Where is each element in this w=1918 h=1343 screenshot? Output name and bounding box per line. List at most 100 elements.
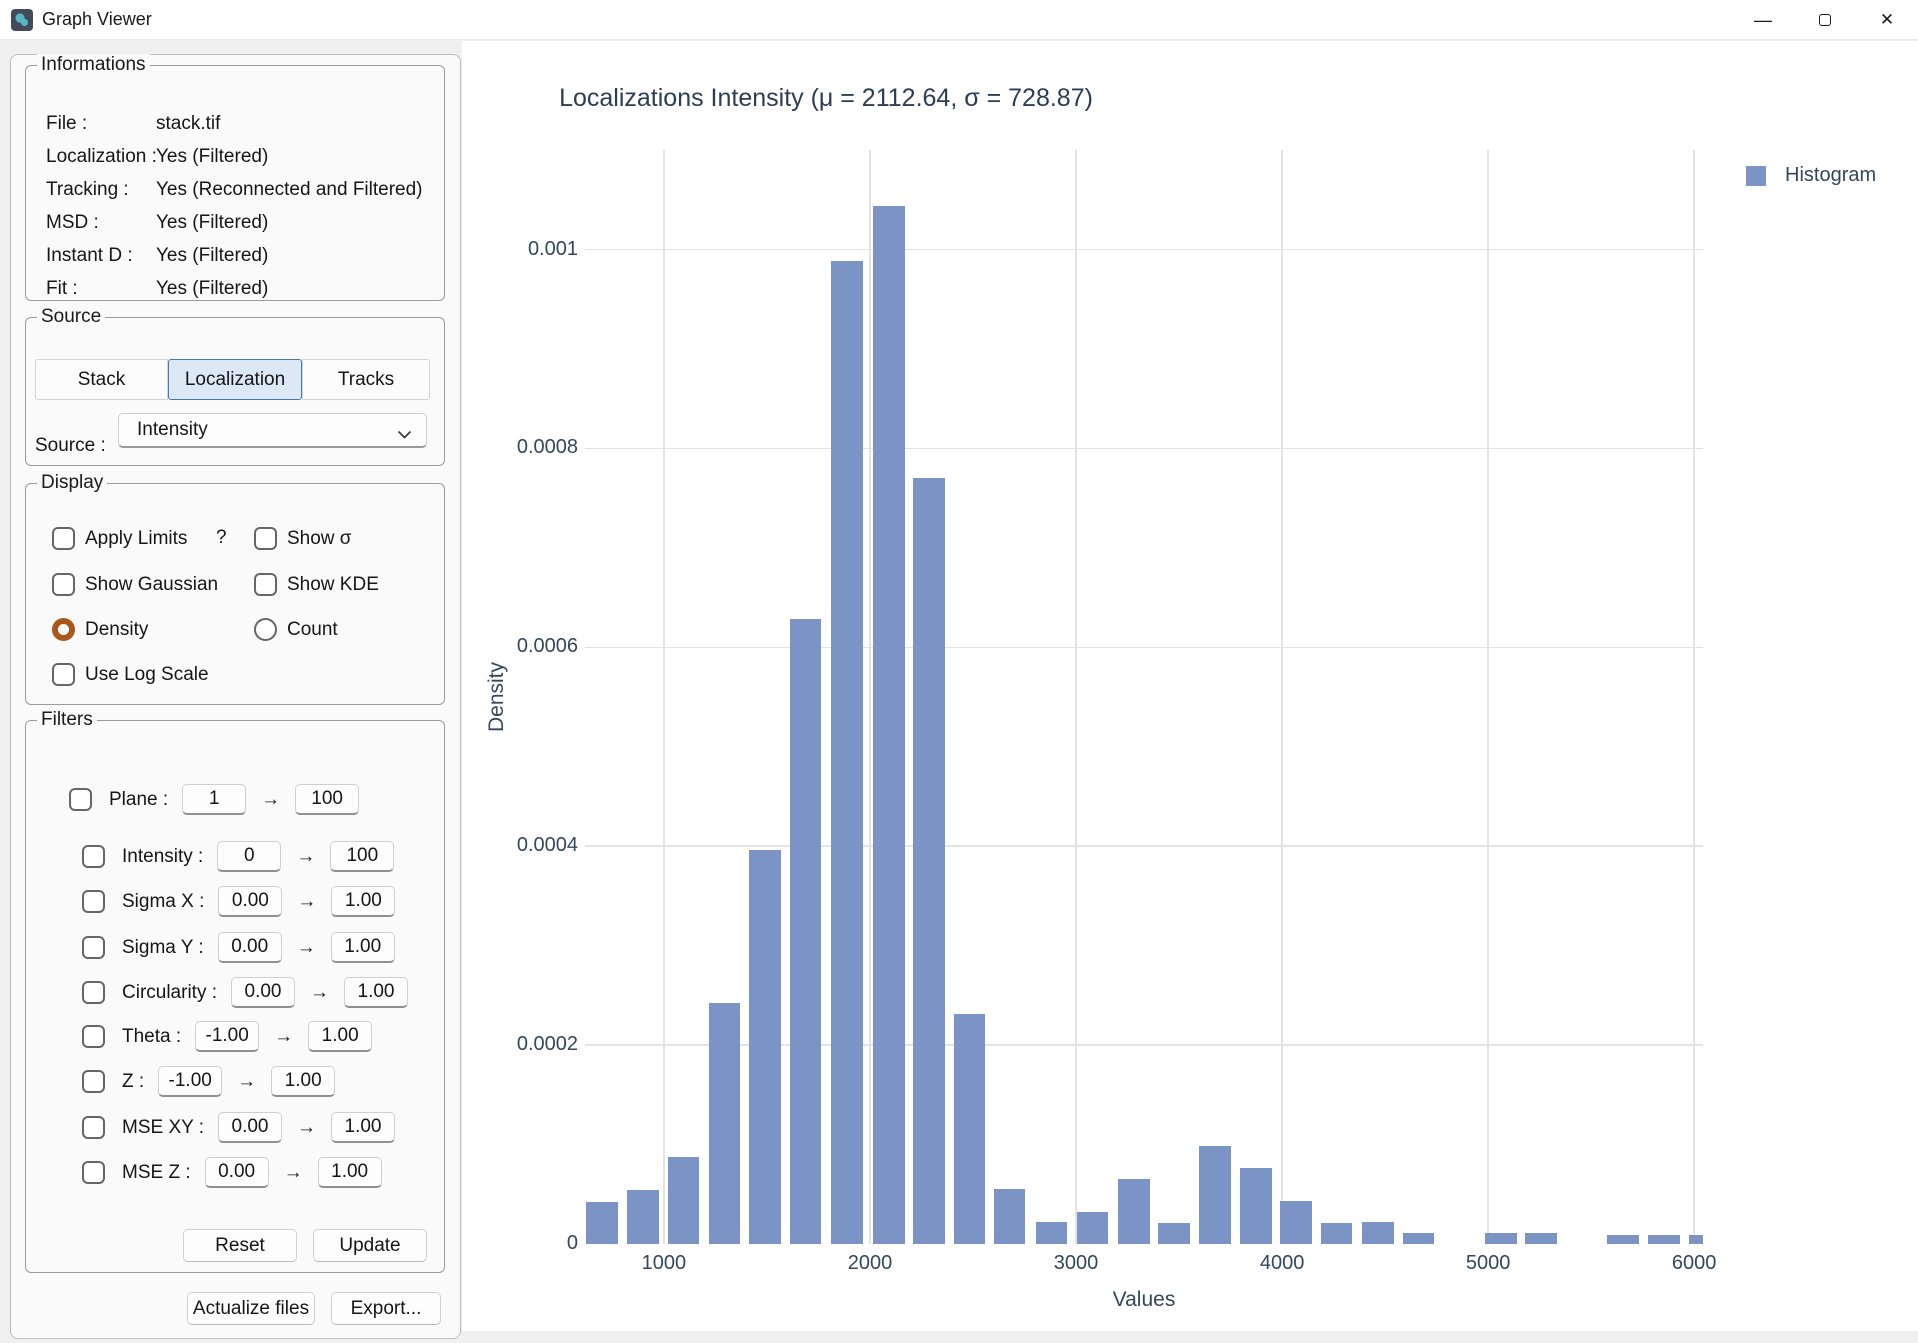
- checkbox-icon[interactable]: [82, 1025, 105, 1048]
- filter-to-input[interactable]: [330, 841, 395, 872]
- filter-from-input[interactable]: [195, 1021, 260, 1052]
- tab-stack[interactable]: Stack: [35, 359, 168, 400]
- checkbox-icon[interactable]: [82, 981, 105, 1004]
- checkbox-icon[interactable]: [69, 788, 92, 811]
- x-gridline: [1075, 150, 1077, 1244]
- filter-to-input[interactable]: [317, 1157, 382, 1188]
- y-gridline: [585, 845, 1703, 847]
- use-log-scale-label: Use Log Scale: [85, 663, 209, 685]
- filter-to-input[interactable]: [308, 1021, 373, 1052]
- filter-to-input[interactable]: [331, 1112, 396, 1143]
- legend-label: Histogram: [1785, 164, 1877, 186]
- reset-button[interactable]: Reset: [183, 1229, 297, 1262]
- checkbox-icon[interactable]: [82, 1161, 105, 1184]
- filter-from-input[interactable]: [158, 1066, 223, 1097]
- histogram-bar: [1158, 1223, 1190, 1244]
- radio-selected-icon[interactable]: [52, 618, 75, 641]
- apply-limits-help[interactable]: ?: [216, 527, 227, 549]
- filter-row-theta: Theta : →: [26, 1020, 446, 1053]
- histogram-bar: [1240, 1168, 1272, 1244]
- info-value: Yes (Filtered): [156, 146, 269, 167]
- tab-tracks-label: Tracks: [337, 368, 395, 390]
- show-sigma-checkbox[interactable]: Show σ: [254, 527, 352, 550]
- checkbox-icon[interactable]: [82, 845, 105, 868]
- filter-from-input[interactable]: [204, 1157, 269, 1188]
- info-label: MSD :: [46, 212, 99, 233]
- histogram-bar: [913, 478, 945, 1244]
- close-button[interactable]: ✕: [1856, 0, 1918, 40]
- checkbox-icon[interactable]: [82, 1070, 105, 1093]
- source-dropdown-value: Intensity: [137, 419, 208, 440]
- tab-tracks[interactable]: Tracks: [302, 359, 430, 400]
- filter-to-input[interactable]: [344, 977, 409, 1008]
- informations-group-title: Informations: [37, 54, 150, 76]
- arrow-right-icon: →: [274, 1025, 294, 1047]
- info-label: Instant D :: [46, 245, 133, 266]
- filter-from-input[interactable]: [218, 886, 283, 917]
- export-button[interactable]: Export...: [331, 1292, 441, 1325]
- export-button-label: Export...: [350, 1297, 422, 1319]
- actualize-files-button[interactable]: Actualize files: [187, 1292, 315, 1325]
- y-tick-label: 0.0008: [516, 436, 578, 459]
- y-gridline: [585, 447, 1703, 450]
- filter-from-input[interactable]: [231, 977, 296, 1008]
- show-kde-checkbox[interactable]: Show KDE: [254, 573, 379, 596]
- help-text: ?: [216, 527, 227, 548]
- filter-to-input[interactable]: [295, 784, 360, 815]
- checkbox-icon[interactable]: [82, 936, 105, 959]
- checkbox-icon[interactable]: [254, 573, 277, 596]
- maximize-icon: [1819, 14, 1831, 26]
- tab-localization[interactable]: Localization: [168, 359, 302, 400]
- filter-from-input[interactable]: [218, 1112, 283, 1143]
- filter-label: Z :: [122, 1070, 145, 1092]
- minimize-icon: —: [1754, 9, 1772, 30]
- filter-label: Sigma X :: [122, 890, 205, 912]
- maximize-button[interactable]: [1794, 0, 1856, 40]
- source-dropdown[interactable]: Intensity: [118, 413, 427, 448]
- density-radio[interactable]: Density: [52, 618, 148, 641]
- filter-from-input[interactable]: [217, 932, 282, 963]
- minimize-button[interactable]: —: [1732, 0, 1794, 40]
- y-gridline: [585, 646, 1703, 649]
- y-axis-label: Density: [485, 661, 508, 733]
- filters-group-title: Filters: [37, 709, 97, 731]
- actualize-files-label: Actualize files: [192, 1297, 310, 1319]
- filter-label: Theta :: [122, 1025, 182, 1047]
- apply-limits-checkbox[interactable]: Apply Limits: [52, 527, 187, 550]
- filter-label: Plane :: [109, 788, 169, 810]
- checkbox-icon[interactable]: [82, 1116, 105, 1139]
- source-group-title: Source: [37, 306, 106, 328]
- checkbox-icon[interactable]: [52, 663, 75, 686]
- y-tick-label: 0.0004: [516, 834, 578, 857]
- filter-row-mse-z: MSE Z : →: [26, 1156, 446, 1189]
- filter-label: Intensity :: [122, 845, 204, 867]
- info-row-tracking: Tracking : Yes (Reconnected and Filtered…: [46, 179, 436, 203]
- info-row-msd: MSD : Yes (Filtered): [46, 212, 436, 236]
- histogram-bar: [1320, 1222, 1353, 1244]
- checkbox-icon[interactable]: [82, 890, 105, 913]
- filter-to-input[interactable]: [331, 886, 396, 917]
- filter-from-input[interactable]: [182, 784, 247, 815]
- checkbox-icon[interactable]: [52, 573, 75, 596]
- checkbox-icon[interactable]: [254, 527, 277, 550]
- info-value: Yes (Filtered): [156, 245, 269, 266]
- histogram-bar: [1607, 1234, 1639, 1244]
- histogram-plot: [585, 150, 1703, 1244]
- show-gaussian-checkbox[interactable]: Show Gaussian: [52, 573, 218, 596]
- x-tick-label: 2000: [847, 1252, 893, 1274]
- checkbox-icon[interactable]: [52, 527, 75, 550]
- update-button[interactable]: Update: [313, 1229, 427, 1262]
- x-tick-label: 6000: [1671, 1252, 1717, 1274]
- count-radio[interactable]: Count: [254, 618, 338, 641]
- info-label: Fit :: [46, 278, 78, 299]
- info-value: Yes (Filtered): [156, 212, 269, 233]
- filter-to-input[interactable]: [330, 932, 395, 963]
- use-log-scale-checkbox[interactable]: Use Log Scale: [52, 663, 209, 686]
- update-button-label: Update: [339, 1234, 401, 1256]
- filter-row-z: Z : →: [26, 1065, 446, 1098]
- filter-from-input[interactable]: [217, 841, 282, 872]
- radio-icon[interactable]: [254, 618, 277, 641]
- filter-to-input[interactable]: [271, 1066, 336, 1097]
- informations-group: Informations File : stack.tif Localizati…: [25, 54, 445, 301]
- histogram-bar: [1280, 1200, 1312, 1244]
